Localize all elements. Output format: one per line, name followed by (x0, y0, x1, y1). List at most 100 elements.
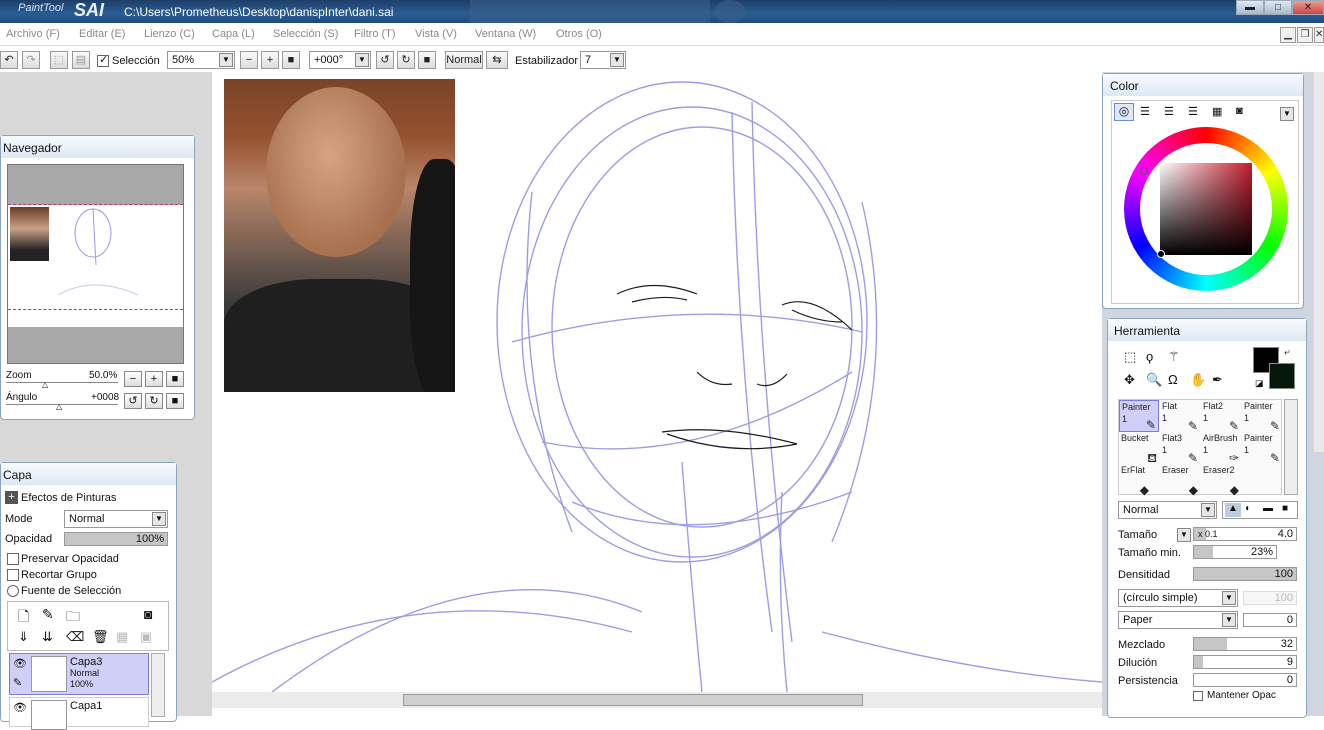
magic-wand-icon[interactable]: ⚚ (1168, 349, 1180, 365)
brush-grid-scrollbar[interactable] (1284, 399, 1298, 495)
color-wheel-tab-icon[interactable]: ◎ (1114, 103, 1134, 121)
tip-square-icon[interactable]: ■ (1282, 503, 1288, 514)
secondary-color-swatch[interactable] (1269, 363, 1295, 389)
swap-colors-icon[interactable]: ⤶ (1284, 347, 1290, 358)
mdi-minimize-button[interactable]: ▁ (1280, 27, 1296, 43)
transfer-down-icon[interactable]: ⇓ (18, 629, 29, 645)
nav-zoom-slider[interactable]: △ (6, 380, 118, 389)
rotation-reset-button[interactable]: ■ (418, 51, 436, 69)
eye-icon[interactable]: 👁 (13, 701, 27, 714)
rotation-select[interactable]: +000° ▼ (309, 51, 371, 69)
menu-otros[interactable]: Otros (O) (556, 28, 602, 40)
layer-mode-select[interactable]: Normal ▼ (64, 510, 168, 528)
brush-eraser2[interactable]: Eraser2 ◆ (1201, 464, 1241, 496)
selection-checkbox[interactable]: ✓ (97, 54, 109, 67)
dilution-slider[interactable]: 9 (1193, 655, 1297, 669)
menu-seleccion[interactable]: Selección (S) (273, 28, 338, 40)
saturation-value-square[interactable] (1160, 163, 1252, 255)
merge-down-icon[interactable]: ⇊ (42, 629, 53, 645)
undo-button[interactable]: ↶ (0, 51, 18, 69)
size-slider[interactable]: x 0.1 4.0 (1193, 527, 1297, 541)
canvas-horizontal-scrollbar[interactable] (212, 692, 1102, 708)
reset-colors-icon[interactable]: ◪ (1255, 378, 1264, 389)
lasso-icon[interactable]: ϙ (1146, 349, 1153, 364)
brush-flat2[interactable]: Flat2 1 ✎ (1201, 400, 1241, 432)
scrollbar-thumb[interactable] (403, 694, 863, 706)
trash-icon[interactable]: 🗑 (92, 629, 109, 645)
hsv-sliders-tab-icon[interactable]: ☰ (1164, 105, 1174, 118)
close-button[interactable]: ✕ (1292, 0, 1324, 15)
menu-capa[interactable]: Capa (L) (212, 28, 255, 40)
zoom-icon[interactable]: 🔍 (1146, 372, 1162, 388)
selection-source-radio[interactable] (7, 585, 19, 597)
menu-filtro[interactable]: Filtro (T) (354, 28, 396, 40)
color-picker-cursor[interactable] (1157, 250, 1165, 258)
layer-item-capa1[interactable]: 👁 Capa1 (9, 697, 149, 730)
brush-airbrush[interactable]: AirBrush 1 ✑ (1201, 432, 1241, 464)
link-mask-icon[interactable]: ▣ (140, 629, 152, 645)
brush-erflat[interactable]: ErFlat ◆ (1119, 464, 1159, 496)
persistence-slider[interactable]: 0 (1193, 673, 1297, 687)
right-scrollbar[interactable] (1314, 72, 1324, 452)
nav-zoom-in-button[interactable]: + (145, 371, 163, 387)
tip-round-icon[interactable]: ◖ (1244, 503, 1250, 514)
new-pen-layer-icon[interactable]: ✎ (42, 606, 54, 623)
nav-rotate-right-button[interactable]: ↻ (145, 393, 163, 409)
menu-ventana[interactable]: Ventana (W) (475, 28, 536, 40)
brush-shape-strength[interactable]: 100 (1243, 591, 1297, 605)
zoom-out-button[interactable]: − (240, 51, 258, 69)
rotate-left-button[interactable]: ↺ (376, 51, 394, 69)
tip-sharp-icon[interactable]: ▲ (1225, 503, 1241, 517)
brush-painter-2[interactable]: Painter 1 ✎ (1242, 400, 1282, 432)
brush-blend-select[interactable]: Normal ▼ (1118, 501, 1217, 519)
rgb-sliders-tab-icon[interactable]: ☰ (1140, 105, 1150, 118)
brush-eraser[interactable]: Eraser ◆ (1160, 464, 1200, 496)
zoom-reset-button[interactable]: ■ (282, 51, 300, 69)
layer-opacity-slider[interactable]: 100% (64, 532, 168, 546)
flip-horizontal-button[interactable]: ⇆ (486, 51, 508, 69)
eye-icon[interactable]: 👁 (13, 657, 27, 670)
layer-mask-icon[interactable]: ◙ (144, 606, 152, 622)
new-layer-icon[interactable]: 🗋 (18, 606, 29, 630)
apply-mask-icon[interactable]: ▦ (116, 629, 128, 645)
brush-painter-3[interactable]: Painter 1 ✎ (1242, 432, 1282, 464)
rect-select-icon[interactable]: ⬚ (1124, 349, 1136, 365)
drawing-canvas[interactable] (212, 72, 1102, 692)
min-size-slider[interactable]: 23% (1193, 545, 1277, 559)
nav-zoom-out-button[interactable]: − (124, 371, 142, 387)
paint-effects-label[interactable]: Efectos de Pinturas (21, 492, 116, 504)
rotate-right-button[interactable]: ↻ (397, 51, 415, 69)
new-folder-icon[interactable]: 🗀 (66, 606, 80, 630)
nav-rotate-left-button[interactable]: ↺ (124, 393, 142, 409)
eyedropper-icon[interactable]: ✒ (1212, 372, 1223, 388)
clip-group-checkbox[interactable] (7, 569, 19, 581)
redo-button[interactable]: ↷ (22, 51, 40, 69)
density-slider[interactable]: 100 (1193, 567, 1297, 581)
deselect-button[interactable]: ⬚ (50, 51, 68, 69)
blend-mode-button[interactable]: Normal (445, 51, 483, 69)
navigator-preview[interactable] (7, 164, 184, 364)
chevron-down-icon[interactable]: ▼ (1177, 528, 1191, 542)
preserve-opacity-checkbox[interactable] (7, 553, 19, 565)
keep-opacity-checkbox[interactable] (1193, 691, 1203, 701)
brush-flat3[interactable]: Flat3 1 ✎ (1160, 432, 1200, 464)
nav-rotate-reset-button[interactable]: ■ (166, 393, 184, 409)
nav-angle-slider[interactable]: △ (6, 402, 118, 411)
layer-item-capa3[interactable]: 👁 ✎ Capa3 Normal 100% (9, 653, 149, 695)
mixer-tab-icon[interactable]: ☰ (1188, 105, 1198, 118)
menu-editar[interactable]: Editar (E) (79, 28, 125, 40)
nav-zoom-reset-button[interactable]: ■ (166, 371, 184, 387)
rotate-icon[interactable]: Ω (1168, 372, 1178, 387)
minimize-button[interactable]: ▬ (1236, 0, 1264, 15)
brush-flat[interactable]: Flat 1 ✎ (1160, 400, 1200, 432)
plus-icon[interactable]: + (5, 491, 18, 504)
hue-cursor[interactable] (1140, 167, 1148, 175)
stabilizer-select[interactable]: 7 ▼ (580, 51, 626, 69)
brush-shape-select[interactable]: (círculo simple) ▼ (1118, 589, 1238, 607)
hue-ring[interactable] (1124, 127, 1288, 291)
swatches-tab-icon[interactable]: ▦ (1212, 105, 1222, 118)
maximize-button[interactable]: □ (1264, 0, 1292, 15)
zoom-select[interactable]: 50% ▼ (167, 51, 235, 69)
menu-vista[interactable]: Vista (V) (415, 28, 457, 40)
brush-painter-1[interactable]: Painter 1 ✎ (1119, 400, 1159, 432)
